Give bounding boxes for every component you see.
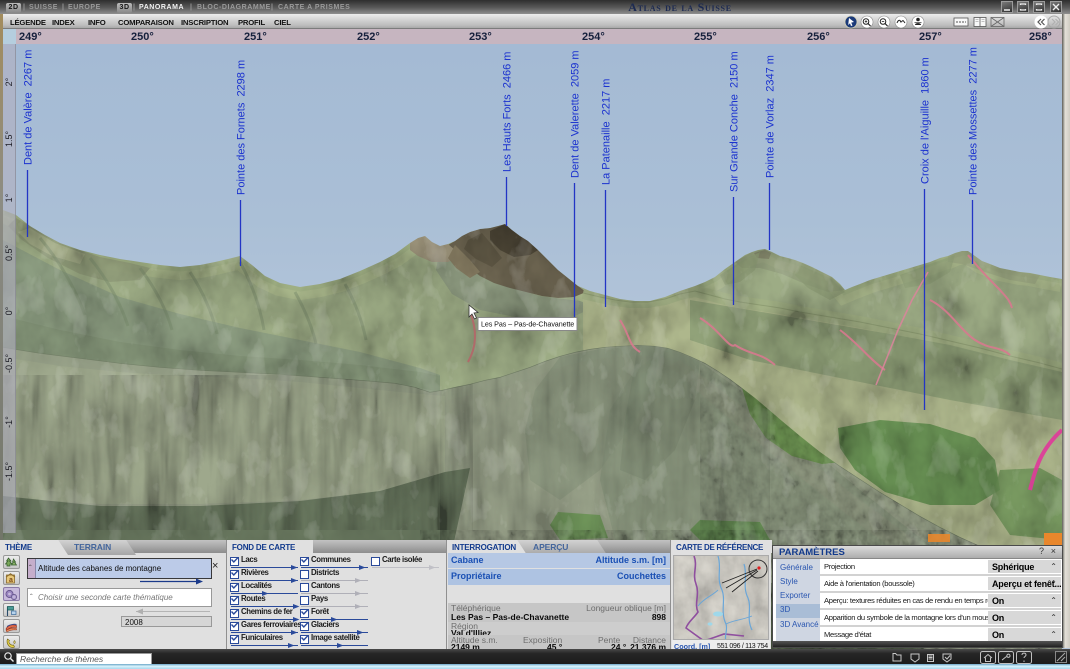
svg-text:Sur Grande Conche 2150 m: Sur Grande Conche 2150 m bbox=[729, 51, 741, 192]
svg-text:Croix de l'Aiguille 1860 m: Croix de l'Aiguille 1860 m bbox=[920, 57, 932, 184]
svg-text:Les Hauts Forts 2466 m: Les Hauts Forts 2466 m bbox=[502, 52, 514, 172]
svg-text:Pointe des Mossettes 2277 m: Pointe des Mossettes 2277 m bbox=[968, 47, 980, 195]
svg-text:Pointe des Fornets 2298 m: Pointe des Fornets 2298 m bbox=[236, 60, 248, 195]
svg-text:Pointe de Vorlaz 2347 m: Pointe de Vorlaz 2347 m bbox=[765, 55, 777, 178]
svg-text:Les Pas – Pas-de-Chavanette: Les Pas – Pas-de-Chavanette bbox=[481, 320, 574, 329]
svg-text:Dent de Valerette 2059 m: Dent de Valerette 2059 m bbox=[570, 50, 582, 178]
svg-text:La Patenaille 2217 m: La Patenaille 2217 m bbox=[601, 79, 613, 185]
svg-text:Dent de Valère 2267 m: Dent de Valère 2267 m bbox=[23, 50, 35, 165]
